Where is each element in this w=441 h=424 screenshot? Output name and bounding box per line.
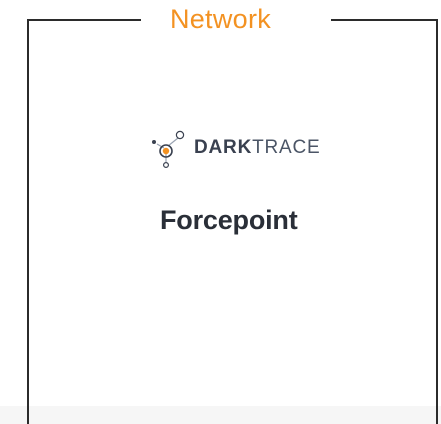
forcepoint-logo[interactable]: Forcepoint: [160, 205, 298, 236]
darktrace-wordmark-bold: DARK: [194, 137, 253, 158]
frame-left-line: [27, 19, 29, 424]
darktrace-wordmark-light: TRACE: [252, 137, 321, 158]
section-title: Network: [169, 4, 272, 34]
darktrace-wordmark: DARKTRACE: [194, 137, 321, 159]
darktrace-node-icon: [152, 130, 185, 168]
darktrace-logo[interactable]: DARKTRACE: [148, 126, 321, 170]
bottom-band: [0, 406, 441, 424]
frame-right-line: [436, 19, 438, 424]
